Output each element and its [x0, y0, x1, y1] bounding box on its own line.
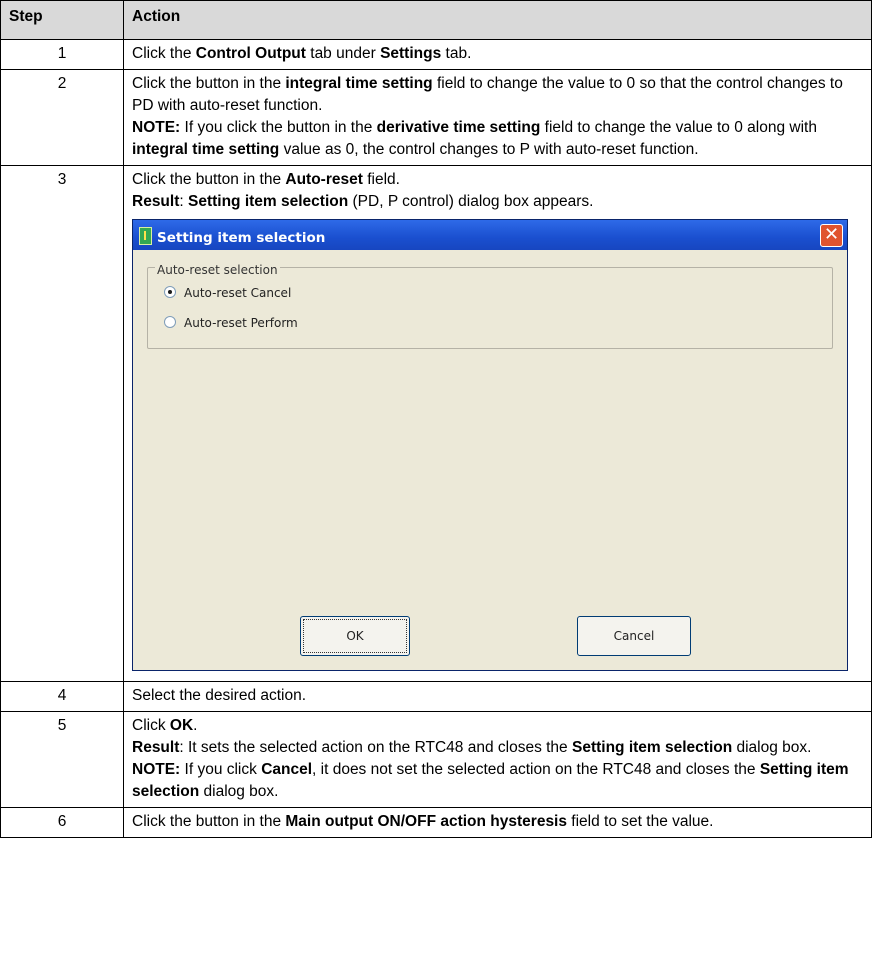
table-row: 1 Click the Control Output tab under Set… [0, 39, 872, 70]
cancel-button[interactable]: Cancel [577, 616, 691, 656]
setting-item-selection-dialog: Setting item selection ✕ Auto-reset sele… [132, 219, 848, 671]
radio-auto-reset-cancel[interactable]: Auto-reset Cancel [164, 282, 291, 304]
action-line: Click the Control Output tab under Setti… [132, 45, 472, 62]
action-cell: Click the Control Output tab under Setti… [123, 39, 872, 70]
action-line: Select the desired action. [132, 687, 307, 704]
action-cell: Click OK. Result: It sets the selected a… [123, 711, 872, 808]
result-line: Result: It sets the selected action on t… [132, 739, 812, 756]
table-row: 6 Click the button in the Main output ON… [0, 807, 872, 838]
close-icon[interactable]: ✕ [820, 224, 843, 247]
action-header: Action [123, 0, 872, 40]
action-cell: Click the button in the Main output ON/O… [123, 807, 872, 838]
steps-table: Step Action 1 Click the Control Output t… [0, 0, 872, 838]
action-line: Click OK. [132, 717, 198, 734]
table-row: 2 Click the button in the integral time … [0, 69, 872, 166]
table-row: 3 Click the button in the Auto-reset fie… [0, 165, 872, 682]
table-row: 4 Select the desired action. [0, 681, 872, 712]
table-header-row: Step Action [0, 0, 872, 40]
action-cell: Select the desired action. [123, 681, 872, 712]
action-line: Click the button in the integral time se… [132, 75, 843, 114]
radio-selected-icon [164, 286, 176, 298]
note-line: NOTE: If you click the button in the der… [132, 119, 817, 158]
step-number: 1 [0, 39, 124, 70]
action-line: Click the button in the Main output ON/O… [132, 813, 714, 830]
groupbox-label: Auto-reset selection [155, 259, 280, 281]
app-icon [139, 227, 152, 245]
action-line: Click the button in the Auto-reset field… [132, 171, 400, 188]
radio-auto-reset-perform[interactable]: Auto-reset Perform [164, 312, 298, 334]
radio-unselected-icon [164, 316, 176, 328]
ok-button[interactable]: OK [300, 616, 410, 656]
action-cell: Click the button in the integral time se… [123, 69, 872, 166]
step-number: 5 [0, 711, 124, 808]
step-number: 4 [0, 681, 124, 712]
table-row: 5 Click OK. Result: It sets the selected… [0, 711, 872, 808]
step-number: 2 [0, 69, 124, 166]
step-number: 6 [0, 807, 124, 838]
dialog-titlebar: Setting item selection ✕ [133, 220, 847, 250]
note-line: NOTE: If you click Cancel, it does not s… [132, 761, 849, 800]
step-header: Step [0, 0, 124, 40]
action-cell: Click the button in the Auto-reset field… [123, 165, 872, 682]
result-line: Result: Setting item selection (PD, P co… [132, 193, 594, 210]
step-number: 3 [0, 165, 124, 682]
radio-label: Auto-reset Perform [184, 316, 298, 330]
radio-label: Auto-reset Cancel [184, 286, 292, 300]
auto-reset-groupbox: Auto-reset selection Auto-reset Cancel A… [147, 259, 833, 349]
dialog-title: Setting item selection [157, 230, 326, 246]
